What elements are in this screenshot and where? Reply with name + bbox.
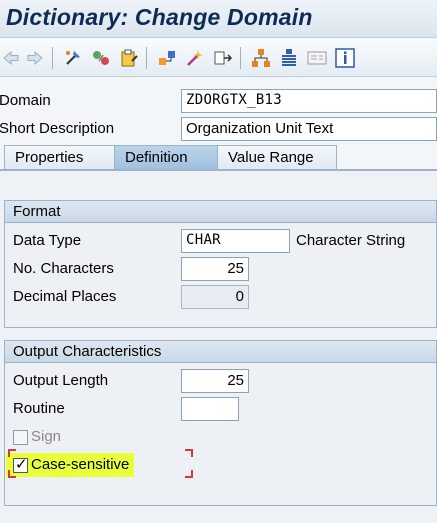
sign-checkbox[interactable] xyxy=(13,430,28,445)
output-length-field[interactable]: 25 xyxy=(181,369,249,393)
where-used-icon[interactable] xyxy=(156,47,178,69)
toolbar-separator xyxy=(240,47,241,69)
tab-definition[interactable]: Definition xyxy=(114,145,218,170)
title-bar: Dictionary: Change Domain xyxy=(0,0,437,38)
application-toolbar xyxy=(0,39,437,77)
tab-properties[interactable]: Properties xyxy=(4,145,115,170)
object-list-icon[interactable] xyxy=(184,47,206,69)
display-change-icon[interactable] xyxy=(90,47,112,69)
toolbar-separator xyxy=(146,47,147,69)
routine-label: Routine xyxy=(13,400,65,417)
navigation-window-icon[interactable] xyxy=(212,47,234,69)
data-type-description: Character String xyxy=(296,232,406,249)
case-sensitive-label: Case-sensitive xyxy=(31,456,130,473)
activate-icon[interactable] xyxy=(118,47,140,69)
decimal-places-label: Decimal Places xyxy=(13,288,117,305)
other-object-icon[interactable] xyxy=(62,47,84,69)
tab-value-range[interactable]: Value Range xyxy=(217,145,337,170)
domain-field[interactable]: ZDORGTX_B13 xyxy=(181,89,437,113)
output-length-label: Output Length xyxy=(13,372,109,389)
focus-corner-tr xyxy=(185,449,193,457)
focus-corner-br xyxy=(185,470,193,478)
no-characters-label: No. Characters xyxy=(13,260,114,277)
decimal-places-field: 0 xyxy=(181,285,249,309)
short-description-field[interactable]: Organization Unit Text xyxy=(181,117,437,141)
data-type-label: Data Type xyxy=(13,232,82,249)
sign-label: Sign xyxy=(31,428,62,445)
short-description-label: Short Description xyxy=(0,120,115,137)
case-sensitive-checkbox[interactable]: ✓ xyxy=(13,456,28,473)
screen-icon[interactable] xyxy=(306,47,328,69)
hierarchy-icon[interactable] xyxy=(250,47,272,69)
forward-arrow-icon[interactable] xyxy=(24,47,46,69)
output-characteristics-group: Output Characteristics xyxy=(4,340,437,506)
info-icon[interactable] xyxy=(334,47,356,69)
toolbar-separator xyxy=(52,47,53,69)
routine-field[interactable] xyxy=(181,397,239,421)
format-group-title: Format xyxy=(5,201,436,223)
domain-label: Domain xyxy=(0,92,51,109)
checkmark-icon: ✓ xyxy=(15,456,28,473)
back-arrow-icon[interactable] xyxy=(0,47,22,69)
data-type-field[interactable]: CHAR xyxy=(181,229,290,253)
no-characters-field[interactable]: 25 xyxy=(181,257,249,281)
window-title: Dictionary: Change Domain xyxy=(6,4,313,30)
output-group-title: Output Characteristics xyxy=(5,341,436,363)
tab-strip: Properties Definition Value Range xyxy=(0,145,437,170)
tree-list-icon[interactable] xyxy=(278,47,300,69)
